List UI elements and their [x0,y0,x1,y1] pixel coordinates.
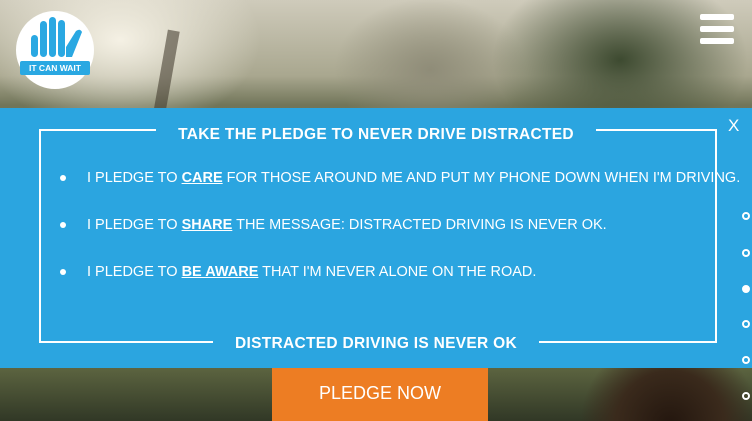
be-aware-link[interactable]: BE AWARE [182,264,259,280]
pledge-item-be-aware: I PLEDGE TO BE AWARE THAT I'M NEVER ALON… [60,262,740,309]
bullet-icon [60,222,66,228]
it-can-wait-logo[interactable]: IT CAN WAIT [16,11,94,89]
share-link[interactable]: SHARE [182,217,233,233]
bullet-icon [60,175,66,181]
pledge-footer: DISTRACTED DRIVING IS NEVER OK [0,333,752,353]
pledge-list: I PLEDGE TO CARE FOR THOSE AROUND ME AND… [60,168,740,309]
hand-icon [31,17,82,57]
hamburger-menu-icon[interactable] [700,14,734,44]
logo-text: IT CAN WAIT [20,61,90,75]
pledge-modal: TAKE THE PLEDGE TO NEVER DRIVE DISTRACTE… [0,108,752,368]
pagination-dot-1[interactable] [742,212,750,220]
pagination-dot-6[interactable] [742,392,750,400]
pledge-title: TAKE THE PLEDGE TO NEVER DRIVE DISTRACTE… [0,124,752,144]
pledge-item-share: I PLEDGE TO SHARE THE MESSAGE: DISTRACTE… [60,215,740,262]
pledge-now-button[interactable]: PLEDGE NOW [272,368,488,421]
pagination-dot-5[interactable] [742,356,750,364]
pagination-dot-2[interactable] [742,249,750,257]
care-link[interactable]: CARE [182,170,223,186]
close-button[interactable]: X [728,116,739,136]
bullet-icon [60,269,66,275]
pledge-item-care: I PLEDGE TO CARE FOR THOSE AROUND ME AND… [60,168,740,215]
pagination-dot-3[interactable] [742,285,750,293]
background-tree [152,29,180,121]
pagination-dot-4[interactable] [742,320,750,328]
